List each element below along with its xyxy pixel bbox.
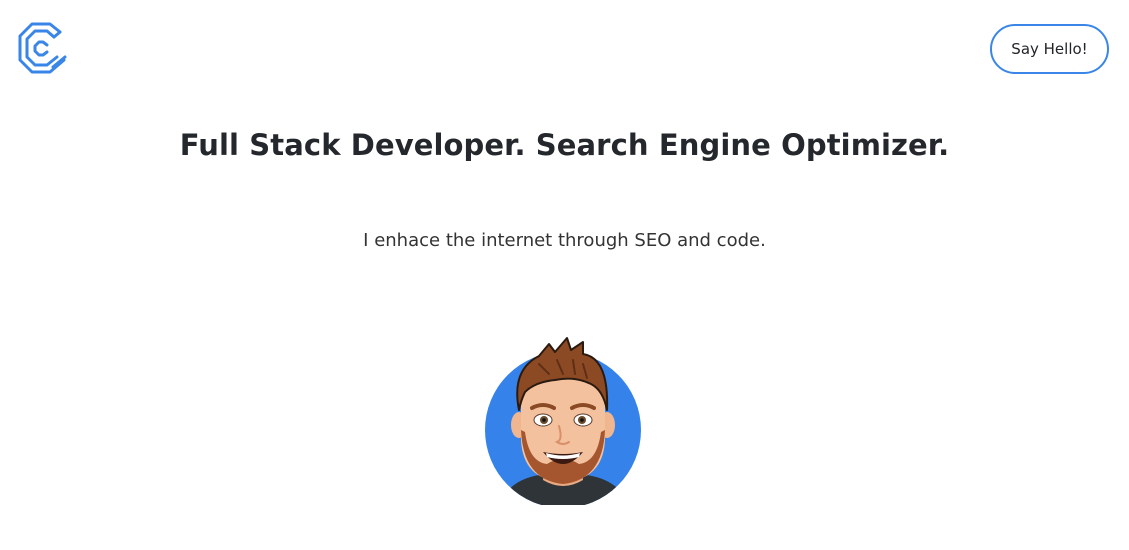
- say-hello-button[interactable]: Say Hello!: [990, 24, 1109, 74]
- tagline: I enhace the internet through SEO and co…: [363, 230, 766, 251]
- c-logo-icon[interactable]: [16, 20, 70, 76]
- page-title: Full Stack Developer. Search Engine Opti…: [179, 128, 950, 162]
- page: Say Hello! Full Stack Developer. Search …: [0, 0, 1129, 550]
- avatar: [485, 337, 641, 505]
